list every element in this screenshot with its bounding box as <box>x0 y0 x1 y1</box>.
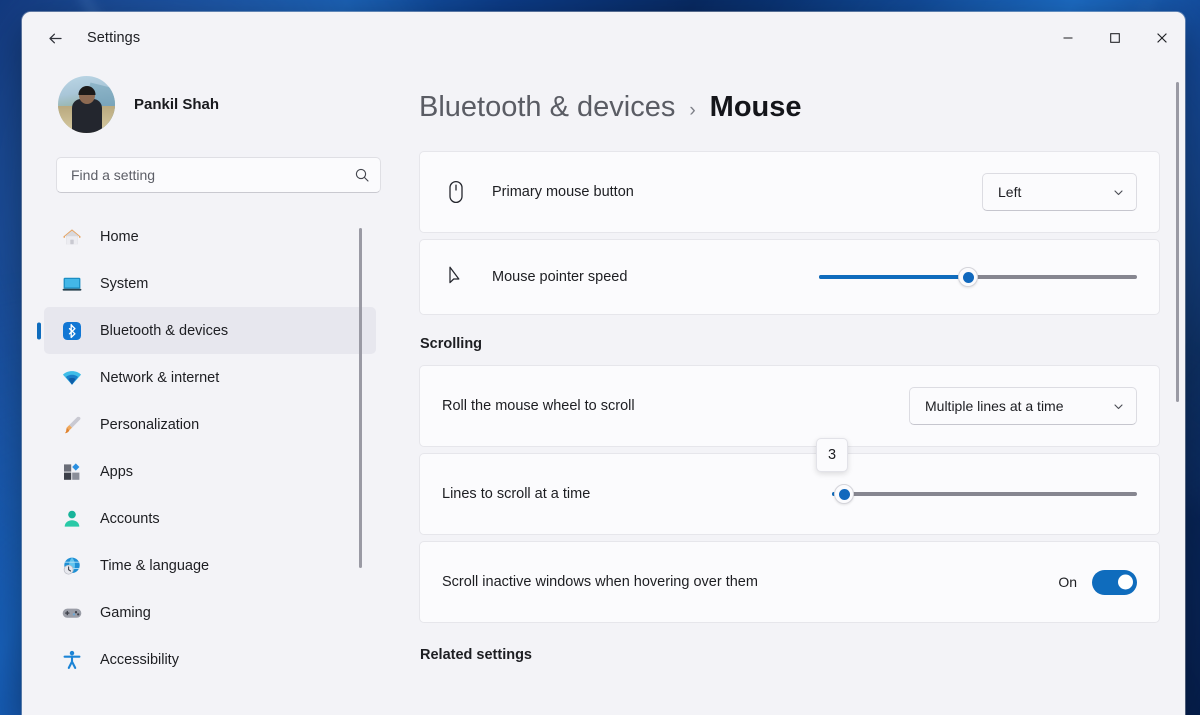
sidebar-item-gaming[interactable]: Gaming <box>44 589 376 636</box>
content-pane: Bluetooth & devices › Mouse Primary <box>390 64 1185 715</box>
scroll-inactive-toggle-group[interactable]: On <box>1058 570 1137 595</box>
setting-label: Lines to scroll at a time <box>442 486 832 502</box>
slider-thumb[interactable] <box>834 484 854 504</box>
minimize-button[interactable] <box>1044 12 1091 64</box>
breadcrumb: Bluetooth & devices › Mouse <box>419 91 1160 124</box>
home-icon <box>60 225 84 249</box>
sidebar-item-apps[interactable]: Apps <box>44 448 376 495</box>
apps-icon <box>60 460 84 484</box>
slider-track <box>832 492 1137 496</box>
primary-mouse-button-dropdown[interactable]: Left <box>982 173 1137 211</box>
toggle-state-label: On <box>1058 574 1077 590</box>
bluetooth-icon <box>60 319 84 343</box>
dropdown-value: Left <box>998 184 1021 200</box>
sidebar-item-bluetooth-devices[interactable]: Bluetooth & devices <box>44 307 376 354</box>
desktop-wallpaper: Settings <box>0 0 1200 715</box>
system-icon <box>60 272 84 296</box>
settings-list: Primary mouse button Left <box>419 151 1160 663</box>
sidebar-item-personalization[interactable]: Personalization <box>44 401 376 448</box>
sidebar-item-label: Home <box>100 229 139 245</box>
search-icon <box>354 167 370 183</box>
accessibility-icon <box>60 648 84 672</box>
sidebar-item-time-language[interactable]: Time & language <box>44 542 376 589</box>
back-button[interactable] <box>38 21 72 55</box>
gamepad-icon <box>60 601 84 625</box>
wheel-scroll-dropdown[interactable]: Multiple lines at a time <box>909 387 1137 425</box>
breadcrumb-parent[interactable]: Bluetooth & devices <box>419 91 675 124</box>
cursor-arrow-icon <box>442 265 470 289</box>
chevron-down-icon <box>1112 400 1125 413</box>
mouse-pointer-speed-slider[interactable] <box>819 266 1137 288</box>
account-name: Pankil Shah <box>134 96 219 113</box>
page-title: Mouse <box>710 91 802 124</box>
sidebar-item-label: System <box>100 276 148 292</box>
setting-label: Scroll inactive windows when hovering ov… <box>442 574 1058 590</box>
chevron-down-icon <box>1112 186 1125 199</box>
sidebar-item-label: Accounts <box>100 511 160 527</box>
setting-label: Mouse pointer speed <box>492 269 819 285</box>
slider-thumb[interactable] <box>958 267 978 287</box>
sidebar-scrollbar[interactable] <box>359 228 362 568</box>
back-arrow-icon <box>47 30 64 47</box>
slider-fill <box>819 275 968 279</box>
setting-scroll-inactive-windows: Scroll inactive windows when hovering ov… <box>419 541 1160 623</box>
lines-to-scroll-slider[interactable] <box>832 483 1137 505</box>
clock-globe-icon <box>60 554 84 578</box>
sidebar-item-home[interactable]: Home <box>44 213 376 260</box>
scroll-inactive-toggle[interactable] <box>1092 570 1137 595</box>
navigation-sidebar: Pankil Shah <box>22 64 390 715</box>
sidebar-item-label: Accessibility <box>100 652 179 668</box>
section-heading-related-settings: Related settings <box>420 647 1160 663</box>
sidebar-item-label: Apps <box>100 464 133 480</box>
search-input[interactable] <box>71 167 354 183</box>
sidebar-item-network-internet[interactable]: Network & internet <box>44 354 376 401</box>
sidebar-item-label: Gaming <box>100 605 151 621</box>
toggle-knob <box>1118 575 1133 590</box>
sidebar-item-label: Time & language <box>100 558 209 574</box>
accounts-icon <box>60 507 84 531</box>
close-button[interactable] <box>1138 12 1185 64</box>
maximize-button[interactable] <box>1091 12 1138 64</box>
window-controls <box>1044 12 1185 64</box>
close-icon <box>1156 32 1168 44</box>
avatar <box>58 76 115 133</box>
mouse-icon <box>442 180 470 204</box>
window-title: Settings <box>87 30 140 46</box>
sidebar-nav-list: Home System <box>22 213 390 671</box>
setting-label: Roll the mouse wheel to scroll <box>442 398 909 414</box>
settings-window: Settings <box>22 12 1185 715</box>
sidebar-item-accounts[interactable]: Accounts <box>44 495 376 542</box>
setting-primary-mouse-button: Primary mouse button Left <box>419 151 1160 233</box>
minimize-icon <box>1062 32 1074 44</box>
setting-lines-to-scroll: Lines to scroll at a time <box>419 453 1160 535</box>
lines-to-scroll-value-tooltip: 3 <box>816 438 848 472</box>
dropdown-value: Multiple lines at a time <box>925 398 1064 414</box>
sidebar-item-label: Bluetooth & devices <box>100 323 228 339</box>
setting-roll-mouse-wheel: Roll the mouse wheel to scroll Multiple … <box>419 365 1160 447</box>
setting-mouse-pointer-speed: Mouse pointer speed <box>419 239 1160 315</box>
paintbrush-icon <box>60 413 84 437</box>
sidebar-item-accessibility[interactable]: Accessibility <box>44 636 376 671</box>
sidebar-item-system[interactable]: System <box>44 260 376 307</box>
setting-label: Primary mouse button <box>492 184 982 200</box>
sidebar-item-label: Personalization <box>100 417 199 433</box>
wifi-icon <box>60 366 84 390</box>
search-box[interactable] <box>56 157 381 193</box>
account-summary[interactable]: Pankil Shah <box>58 76 390 133</box>
breadcrumb-separator-icon: › <box>689 100 695 122</box>
title-bar: Settings <box>22 12 1185 64</box>
content-scrollbar[interactable] <box>1176 82 1179 402</box>
section-heading-scrolling: Scrolling <box>420 336 1160 352</box>
sidebar-item-label: Network & internet <box>100 370 219 386</box>
maximize-icon <box>1109 32 1121 44</box>
window-body: Pankil Shah <box>22 64 1185 715</box>
